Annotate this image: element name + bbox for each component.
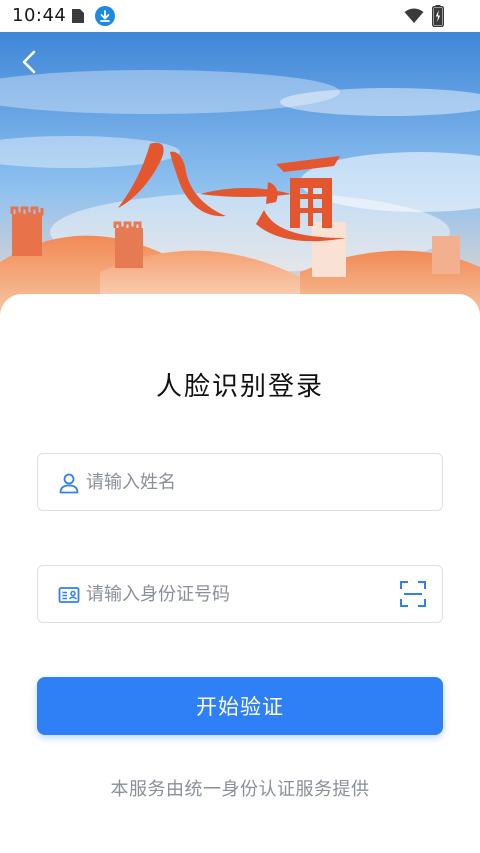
name-field[interactable]	[37, 453, 443, 511]
battery-charging-icon	[432, 5, 444, 31]
login-card: 人脸识别登录 开始验证 本服务由统一身份认证服务提供	[0, 294, 480, 853]
id-card-icon	[58, 584, 80, 606]
start-verification-button[interactable]: 开始验证	[37, 677, 443, 735]
header-banner	[0, 32, 480, 317]
id-number-field[interactable]	[37, 565, 443, 623]
scan-icon[interactable]	[399, 580, 427, 608]
back-button[interactable]	[14, 46, 46, 78]
sim-card-icon	[71, 8, 85, 28]
name-input[interactable]	[86, 454, 386, 510]
page-title: 人脸识别登录	[155, 372, 324, 402]
id-number-input[interactable]	[86, 566, 386, 622]
wifi-icon	[404, 8, 424, 28]
status-bar: 10:44	[0, 0, 480, 32]
download-icon	[95, 6, 115, 26]
user-icon	[58, 472, 80, 494]
back-chevron-icon	[22, 50, 36, 74]
status-time: 10:44	[12, 5, 67, 26]
service-provider-note: 本服务由统一身份认证服务提供	[110, 779, 370, 800]
